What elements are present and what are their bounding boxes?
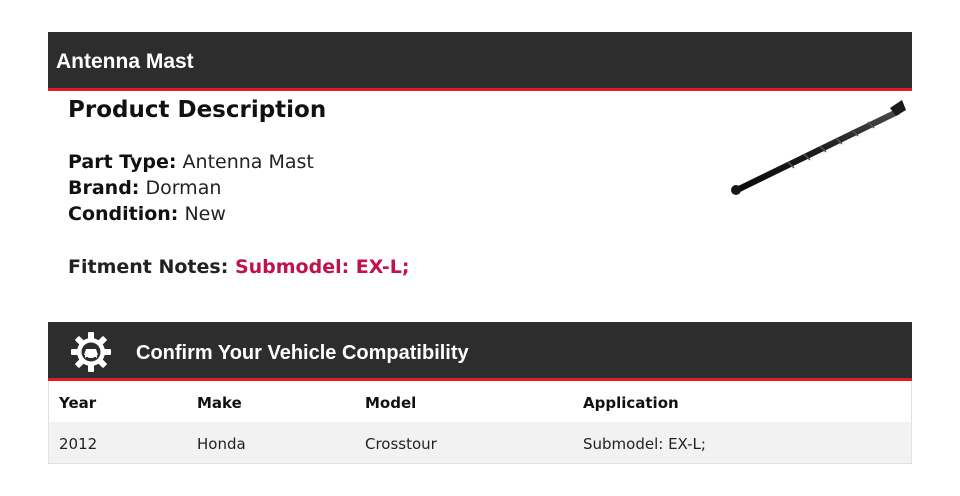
spec-value: Antenna Mast xyxy=(182,151,314,173)
spec-label: Part Type: xyxy=(68,151,177,173)
fitment-value: Submodel: EX-L; xyxy=(234,256,410,278)
fitment-notes: Fitment Notes: Submodel: EX-L; xyxy=(68,256,409,278)
cell-model: Crosstour xyxy=(365,435,437,453)
description-heading: Product Description xyxy=(68,97,327,123)
spec-label: Condition: xyxy=(68,203,179,225)
column-header-make: Make xyxy=(197,394,242,412)
table-header-row: Year Make Model Application xyxy=(49,381,911,422)
compatibility-bar: Confirm Your Vehicle Compatibility xyxy=(48,322,912,381)
table-row: 2012 Honda Crosstour Submodel: EX-L; xyxy=(49,422,911,463)
product-title: Antenna Mast xyxy=(56,50,194,73)
spec-value: Dorman xyxy=(145,177,222,199)
product-title-bar: Antenna Mast xyxy=(48,32,912,91)
column-header-year: Year xyxy=(59,394,97,412)
column-header-application: Application xyxy=(583,394,679,412)
spec-brand: Brand: Dorman xyxy=(68,177,221,199)
cell-year: 2012 xyxy=(59,435,98,453)
gear-car-icon xyxy=(71,332,111,372)
antenna-mast-image xyxy=(731,100,906,195)
column-header-model: Model xyxy=(365,394,417,412)
spec-part-type: Part Type: Antenna Mast xyxy=(68,151,314,173)
compatibility-table: Year Make Model Application 2012 Honda C… xyxy=(48,381,912,464)
spec-condition: Condition: New xyxy=(68,203,226,225)
cell-make: Honda xyxy=(197,435,246,453)
cell-application: Submodel: EX-L; xyxy=(583,435,706,453)
spec-value: New xyxy=(184,203,226,225)
spec-label: Brand: xyxy=(68,177,140,199)
fitment-label: Fitment Notes: xyxy=(68,256,229,278)
compatibility-title: Confirm Your Vehicle Compatibility xyxy=(136,342,469,364)
